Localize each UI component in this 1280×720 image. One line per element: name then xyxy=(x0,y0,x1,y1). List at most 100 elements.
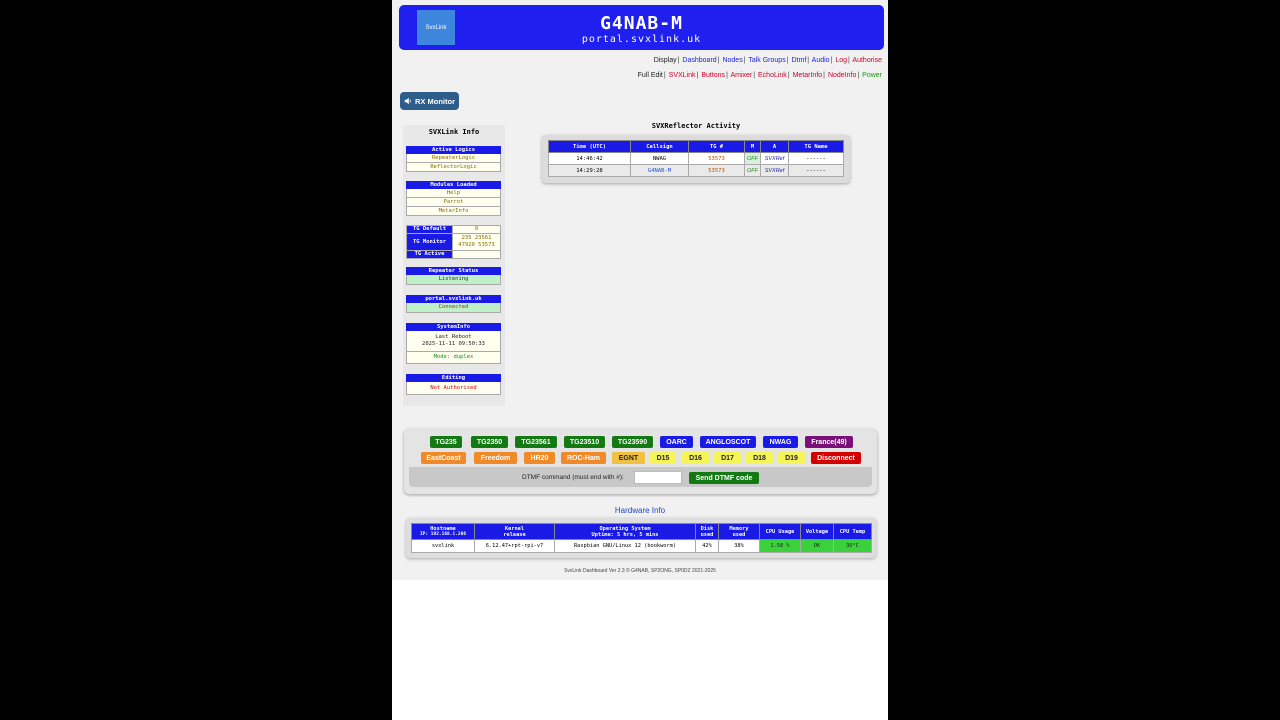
memory-value: 38% xyxy=(718,539,760,553)
col-os: Operating System Uptime: 5 hrs, 5 mins xyxy=(554,523,696,540)
nav-svxlink[interactable]: SVXLink xyxy=(669,72,696,79)
disconnect-button[interactable]: Disconnect xyxy=(811,452,861,464)
nav-nodeinfo[interactable]: NodeInfo xyxy=(828,72,856,79)
roc-ham-button[interactable]: ROC-Ham xyxy=(561,452,606,464)
last-reboot-cell: Last Reboot 2025-11-11 09:50:33 xyxy=(406,331,501,352)
mode-value: Mode: duplex xyxy=(406,352,501,364)
d19-button[interactable]: D19 xyxy=(778,452,805,464)
tg23590-button[interactable]: TG23590 xyxy=(612,436,653,448)
angloscot-button[interactable]: ANGLOSCOT xyxy=(700,436,756,448)
tg-default-label: TG Default xyxy=(406,225,453,234)
tg235-button[interactable]: TG235 xyxy=(430,436,462,448)
page-subtitle: portal.svxlink.uk xyxy=(581,34,702,45)
full-edit-nav: Full Edit| SVXLink| Buttons| Amixer| Ech… xyxy=(637,72,882,79)
row-tg-name: ------ xyxy=(788,164,844,177)
svxlink-info-title: SVXLink Info xyxy=(428,128,480,136)
tg-monitor-line: 235 23561 xyxy=(461,235,492,241)
nav-power[interactable]: Power xyxy=(862,72,882,79)
nwag-button[interactable]: NWAG xyxy=(763,436,798,448)
col-cpu-usage: CPU Usage xyxy=(759,523,801,540)
col-cpu-temp: CPU Temp xyxy=(833,523,872,540)
dtmf-input[interactable] xyxy=(634,471,682,484)
tg-button-panel: TG235 TG2350 TG23561 TG23510 TG23590 OAR… xyxy=(404,429,877,494)
col-a: A xyxy=(760,140,789,153)
nav-metarinfo[interactable]: MetarInfo xyxy=(793,72,823,79)
tg23561-button[interactable]: TG23561 xyxy=(515,436,557,448)
rx-monitor-label: RX Monitor xyxy=(415,96,455,106)
nav-talk-groups[interactable]: Talk Groups xyxy=(748,57,785,64)
cpu-temp-value: 36°C xyxy=(833,539,872,553)
oarc-button[interactable]: OARC xyxy=(660,436,693,448)
header-banner: SvxLink G4NAB-M portal.svxlink.uk xyxy=(399,5,884,50)
voltage-value: OK xyxy=(800,539,834,553)
col-voltage: Voltage xyxy=(800,523,834,540)
svxlink-info-panel: SVXLink Info Active Logics RepeaterLogic… xyxy=(403,125,505,406)
module-item: MetarInfo xyxy=(406,207,501,216)
nav-dashboard[interactable]: Dashboard xyxy=(682,57,716,64)
last-reboot-time: 2025-11-11 09:50:33 xyxy=(422,341,485,347)
rx-monitor-button[interactable]: RX Monitor xyxy=(400,92,459,110)
tg-active-value xyxy=(452,250,501,259)
col-hostname: Hostname IP: 192.168.1.206 xyxy=(411,523,475,540)
reflector-activity-panel: Time (UTC) Callsign TG # M A TG Name 14:… xyxy=(542,135,850,183)
editing-box: Editing Not Authorised xyxy=(406,374,501,395)
tg23510-button[interactable]: TG23510 xyxy=(564,436,605,448)
egnt-button[interactable]: EGNT xyxy=(612,452,645,464)
os-value: Raspbian GNU/Linux 12 (bookworm) xyxy=(554,539,696,553)
active-logics-header: Active Logics xyxy=(406,146,501,154)
portal-status-box: portal.svxlink.uk Connected xyxy=(406,295,501,313)
hr20-button[interactable]: HR20 xyxy=(524,452,555,464)
system-info-box: SystemInfo Last Reboot 2025-11-11 09:50:… xyxy=(406,323,501,364)
row-tg: 53573 xyxy=(688,152,745,165)
row-m: OFF xyxy=(744,152,761,165)
repeater-status-box: Repeater Status Listening xyxy=(406,267,501,285)
col-kernel: Kernel release xyxy=(474,523,555,540)
kernel-value: 6.12.47+rpt-rpi-v7 xyxy=(474,539,555,553)
tg-monitor-value: 235 23561 47920 53573 xyxy=(452,233,501,251)
freedom-button[interactable]: Freedom xyxy=(474,452,517,464)
footer: SvxLink Dashboard Ver 2.3 © G4NAB, SP2ON… xyxy=(564,568,716,574)
row-a: SVXRef xyxy=(760,152,789,165)
row-callsign: NWAG xyxy=(630,152,689,165)
col-m: M xyxy=(744,140,761,153)
tg-active-label: TG Active xyxy=(406,250,453,259)
nav-dtmf[interactable]: Dtmf xyxy=(791,57,806,64)
row-a: SVXRef xyxy=(760,164,789,177)
hardware-info-title: Hardware Info xyxy=(614,506,666,515)
nav-authorise[interactable]: Authorise xyxy=(852,57,882,64)
active-logics-box: Active Logics RepeaterLogic ReflectorLog… xyxy=(406,146,501,172)
eastcoast-button[interactable]: EastCoast xyxy=(421,452,466,464)
d16-button[interactable]: D16 xyxy=(682,452,709,464)
reflector-table: Time (UTC) Callsign TG # M A TG Name 14:… xyxy=(548,140,844,177)
d17-button[interactable]: D17 xyxy=(714,452,741,464)
d15-button[interactable]: D15 xyxy=(650,452,676,464)
tg-monitor-line: 47920 53573 xyxy=(458,242,495,248)
d18-button[interactable]: D18 xyxy=(746,452,773,464)
modules-loaded-box: Modules Loaded Help Parrot MetarInfo xyxy=(406,181,501,216)
tg-monitor-label: TG Monitor xyxy=(406,233,453,251)
col-callsign: Callsign xyxy=(630,140,689,153)
nav-audio[interactable]: Audio xyxy=(812,57,830,64)
system-info-header: SystemInfo xyxy=(406,323,501,331)
modules-loaded-header: Modules Loaded xyxy=(406,181,501,189)
editing-header: Editing xyxy=(406,374,501,382)
portal-status-header: portal.svxlink.uk xyxy=(406,295,501,303)
nav-amixer[interactable]: Amixer xyxy=(730,72,752,79)
tg-default-value: 0 xyxy=(452,225,501,234)
page-title: G4NAB-M xyxy=(600,13,683,34)
col-tg: TG # xyxy=(688,140,745,153)
nav-log[interactable]: Log xyxy=(835,57,847,64)
nav-buttons[interactable]: Buttons xyxy=(701,72,725,79)
row-callsign[interactable]: G4NAB-M xyxy=(630,164,689,177)
table-row: svxlink 6.12.47+rpt-rpi-v7 Raspbian GNU/… xyxy=(411,539,872,553)
row-time: 14:29:28 xyxy=(548,164,631,177)
send-dtmf-button[interactable]: Send DTMF code xyxy=(689,472,759,484)
nav-nodes[interactable]: Nodes xyxy=(722,57,742,64)
logic-item: RepeaterLogic xyxy=(406,154,501,163)
col-tg-name: TG Name xyxy=(788,140,844,153)
display-nav-prefix: Display xyxy=(653,57,677,64)
repeater-status-header: Repeater Status xyxy=(406,267,501,275)
tg2350-button[interactable]: TG2350 xyxy=(471,436,508,448)
nav-echolink[interactable]: EchoLink xyxy=(758,72,787,79)
france-49-button[interactable]: France(49) xyxy=(805,436,853,448)
